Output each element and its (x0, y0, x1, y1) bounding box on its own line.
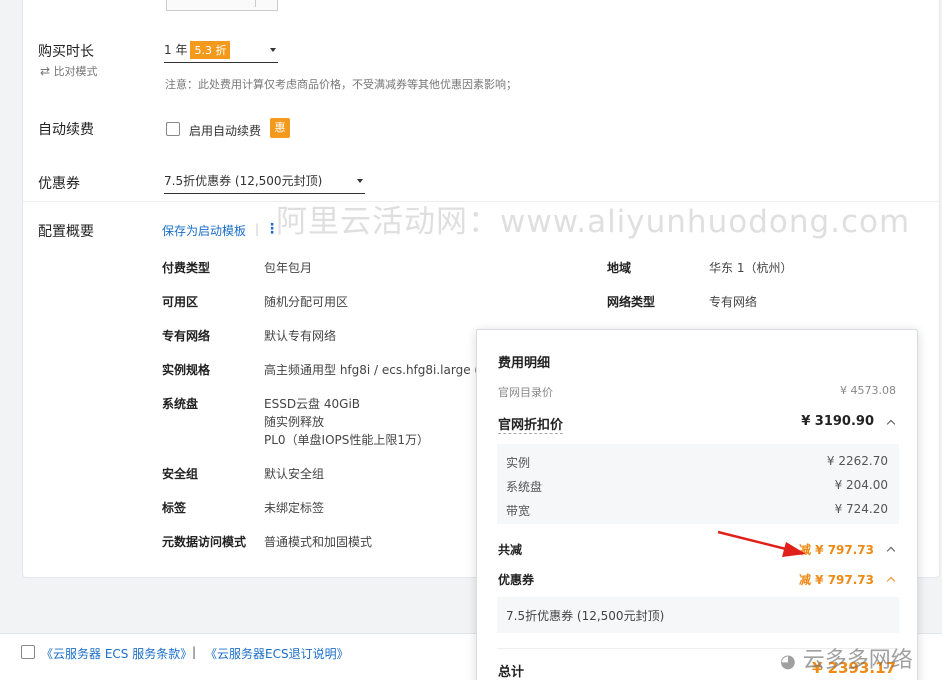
list-price-value: ¥ 4573.08 (840, 384, 896, 397)
coupon-select[interactable]: 7.5折优惠券 (12,500元封顶) (164, 172, 365, 194)
summary-value: 华东 1（杭州） (709, 261, 793, 275)
terms-checkbox[interactable] (21, 645, 35, 659)
terms-link-ecs[interactable]: 《云服务器 ECS 服务条款》 (41, 645, 192, 662)
summary-label: 配置概要 (38, 224, 94, 240)
discount-badge: 5.3 折 (190, 41, 231, 59)
chevron-down-icon (357, 179, 363, 183)
save-template-link[interactable]: 保存为启动模板 (162, 222, 246, 239)
more-icon[interactable]: ⋮ (265, 221, 279, 237)
divider (23, 201, 939, 202)
chevron-up-icon[interactable] (886, 576, 896, 586)
total-reduce-value: 减 ¥ 797.73 (798, 543, 874, 557)
summary-key: 标签 (162, 501, 187, 515)
chevron-up-icon[interactable] (886, 419, 896, 429)
summary-value: 专有网络 (709, 295, 758, 309)
summary-key: 可用区 (162, 295, 199, 309)
duration-label: 购买时长 (38, 44, 94, 60)
auto-renew-label: 自动续费 (38, 122, 94, 138)
top-stepper[interactable] (166, 0, 278, 11)
promo-badge: 惠 (270, 118, 290, 138)
breakdown-label: 实例 (506, 456, 531, 470)
summary-key: 系统盘 (162, 397, 199, 411)
discount-price-value: ¥ 3190.90 (801, 414, 874, 429)
summary-value: 未绑定标签 (264, 501, 325, 515)
swap-icon: ⇄ (40, 64, 51, 78)
summary-value: 普通模式和加固模式 (264, 535, 373, 549)
footer-separator: | (192, 645, 197, 659)
auto-renew-checkbox-label[interactable]: 启用自动续费 (189, 122, 261, 139)
summary-key: 付费类型 (162, 261, 211, 275)
summary-value: 默认安全组 (264, 467, 325, 481)
coupon-section-value: 减 ¥ 797.73 (798, 573, 874, 587)
coupon-name: 7.5折优惠券 (12,500元封顶) (506, 609, 665, 623)
summary-value: ESSD云盘 40GiB (264, 397, 361, 411)
breakdown-label: 带宽 (506, 504, 531, 518)
terms-link-refund[interactable]: 《云服务器ECS退订说明》 (205, 645, 349, 662)
coupon-section-label: 优惠券 (498, 573, 535, 587)
summary-value: 默认专有网络 (264, 329, 337, 343)
weibo-icon: ◕ (780, 651, 796, 672)
chevron-down-icon (270, 48, 276, 52)
summary-value: 包年包月 (264, 261, 313, 275)
duration-select[interactable]: 1 年 5.3 折 (164, 41, 278, 63)
coupon-label: 优惠券 (38, 176, 80, 192)
total-reduce-label: 共减 (498, 543, 523, 557)
breakdown-value: ¥ 204.00 (834, 478, 888, 492)
summary-value: 随实例释放 (264, 415, 325, 429)
breakdown-value: ¥ 724.20 (834, 502, 888, 516)
summary-value: 高主频通用型 hfg8i / ecs.hfg8i.large (2 v (264, 363, 498, 377)
summary-key: 元数据访问模式 (162, 535, 247, 549)
summary-value: 随机分配可用区 (264, 295, 349, 309)
summary-key: 实例规格 (162, 363, 211, 377)
list-price-label: 官网目录价 (498, 386, 553, 399)
summary-key: 专有网络 (162, 329, 211, 343)
discount-price-label[interactable]: 官网折扣价 (498, 414, 564, 434)
breakdown-label: 系统盘 (506, 480, 543, 494)
summary-value: PL0（单盘IOPS性能上限1万） (264, 433, 430, 447)
breakdown-value: ¥ 2262.70 (826, 454, 888, 468)
summary-key: 网络类型 (607, 295, 656, 309)
chevron-up-icon[interactable] (886, 546, 896, 556)
duration-notice: 注意：此处费用计算仅考虑商品价格，不受满减券等其他优惠因素影响； (165, 78, 517, 91)
summary-key: 安全组 (162, 467, 199, 481)
compare-mode-link[interactable]: ⇄ 比对模式 (40, 63, 98, 79)
weibo-watermark: ◕ 云多多网络 (780, 648, 913, 673)
summary-key: 地域 (607, 261, 632, 275)
auto-renew-checkbox[interactable] (166, 122, 180, 136)
separator: | (255, 222, 260, 236)
cost-detail-popover: 费用明细 官网目录价 ¥ 4573.08 官网折扣价 ¥ 3190.90 实例 … (476, 329, 918, 680)
annotation-arrow (717, 530, 806, 557)
total-label: 总计 (498, 665, 525, 680)
cost-title: 费用明细 (498, 356, 551, 371)
